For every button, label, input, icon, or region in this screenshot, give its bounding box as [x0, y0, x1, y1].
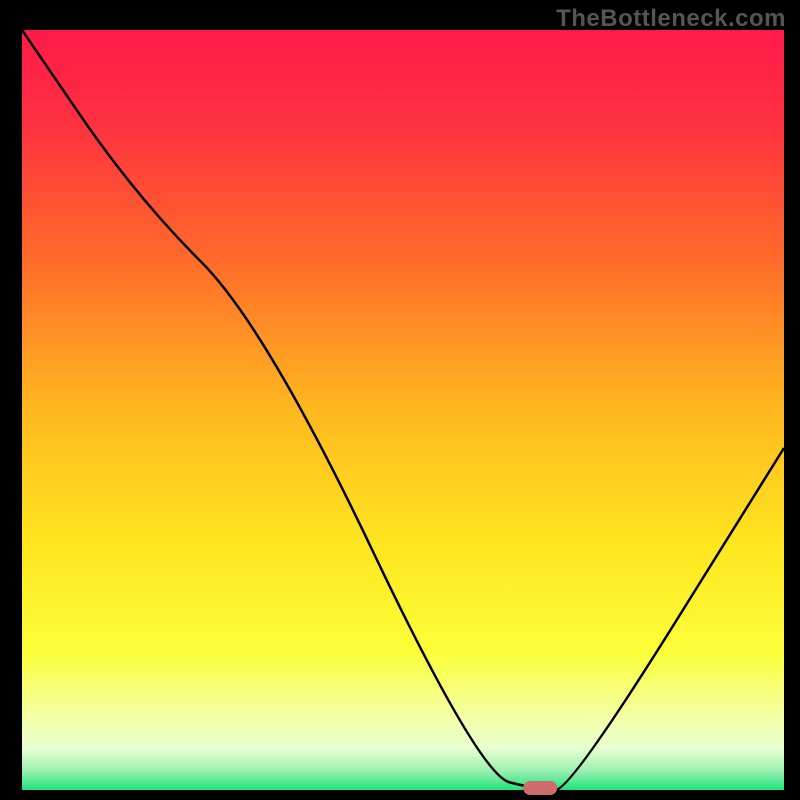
- watermark-text: TheBottleneck.com: [556, 5, 786, 33]
- chart-container: TheBottleneck.com: [0, 0, 800, 800]
- chart-svg: [0, 0, 800, 800]
- plot-background: [22, 30, 784, 790]
- optimal-marker: [523, 781, 557, 795]
